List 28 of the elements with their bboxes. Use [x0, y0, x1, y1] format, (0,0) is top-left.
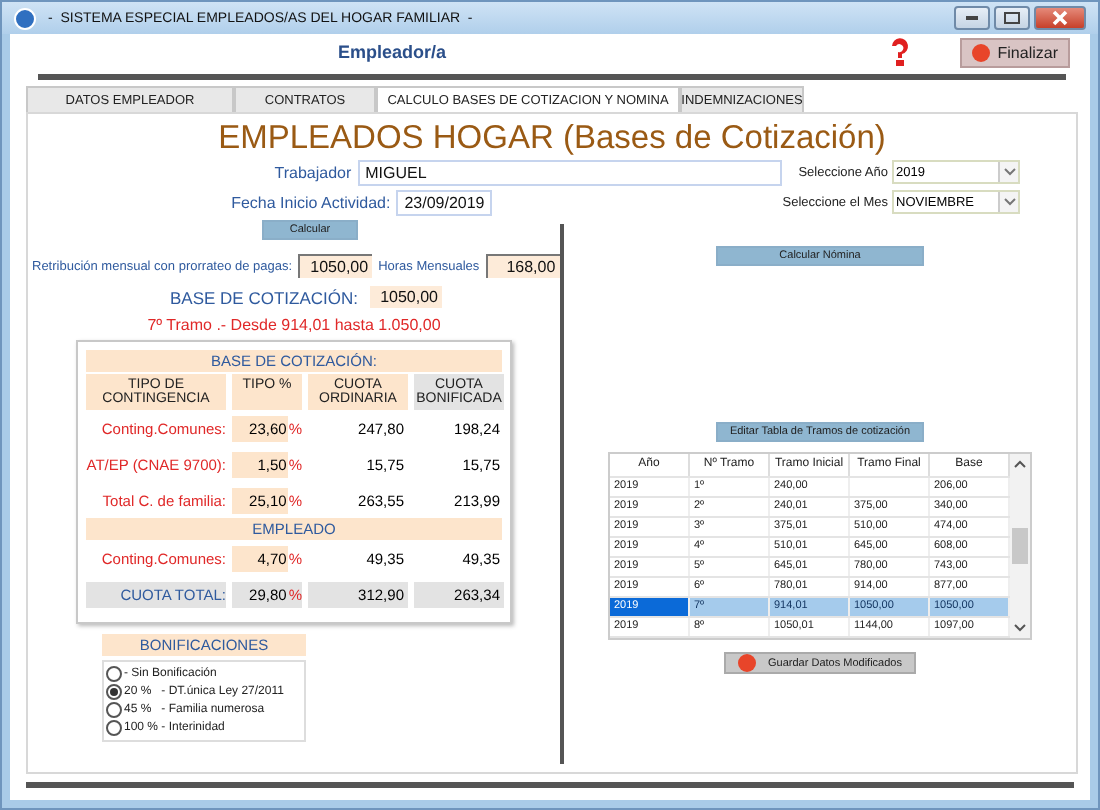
pay-field[interactable]: 1050,00: [298, 254, 373, 278]
start-date-field[interactable]: 23/09/2019: [396, 190, 493, 216]
radio-button[interactable]: [106, 702, 122, 718]
app-icon: [14, 7, 36, 29]
caret-icon: [1003, 168, 1015, 176]
scroll-down-icon[interactable]: [1014, 624, 1026, 632]
close-button[interactable]: [1034, 6, 1086, 30]
radio-button[interactable]: [106, 720, 122, 736]
worker-field[interactable]: MIGUEL: [357, 160, 783, 186]
hours-field[interactable]: 168,00: [485, 254, 560, 278]
radio-button[interactable]: [106, 684, 122, 700]
tramo-note: 7º Tramo .- Desde 914,01 hasta 1.050,00: [147, 316, 441, 334]
finish-button[interactable]: Finalizar: [959, 37, 1070, 67]
close-icon: [1052, 10, 1068, 26]
scroll-up-icon[interactable]: [1014, 460, 1026, 468]
maximize-button[interactable]: [994, 6, 1030, 30]
caret-icon: [1003, 198, 1015, 206]
start-date-label: Fecha Inicio Actividad:: [231, 194, 391, 212]
employer-label: Empleador/a: [338, 42, 449, 62]
worker-label: Trabajador: [274, 164, 352, 182]
radio-button[interactable]: [106, 666, 122, 682]
minimize-button[interactable]: [954, 6, 990, 30]
base-value: 1050,00: [370, 286, 442, 308]
base-label: BASE DE COTIZACIÓN:: [170, 287, 358, 307]
scrollbar[interactable]: [1010, 454, 1030, 638]
page-heading: EMPLEADOS HOGAR (Bases de Cotización): [216, 120, 888, 158]
scroll-thumb[interactable]: [1012, 528, 1028, 564]
help-icon[interactable]: [887, 36, 912, 68]
